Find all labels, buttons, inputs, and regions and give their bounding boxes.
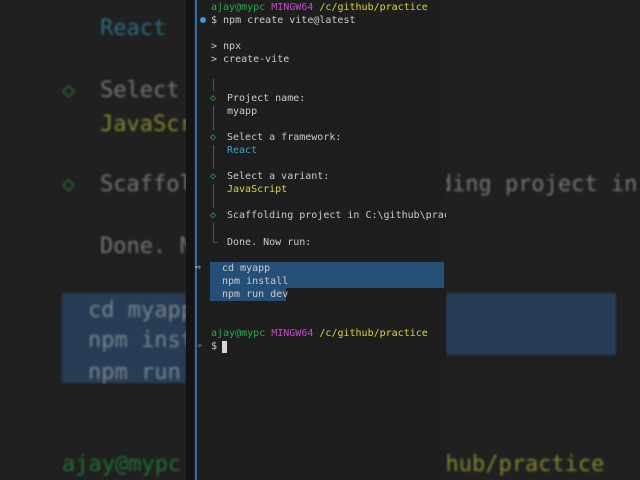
step-value: myapp [227, 106, 258, 117]
divider [186, 0, 194, 480]
tree-gutter [213, 106, 214, 130]
prompt-line-2: ajay@mypc MINGW64 /c/github/practice [211, 327, 428, 340]
prompt-symbol: $ [211, 341, 218, 352]
bg-text: /c/github/practice [446, 452, 605, 477]
tree-gutter [213, 184, 214, 208]
bg-text: npm run dev [88, 360, 181, 385]
bg-text: npm install [88, 328, 186, 353]
diamond-icon: ◇ [210, 171, 217, 182]
tree-gutter [213, 223, 214, 243]
next-command[interactable]: npm install [222, 275, 288, 288]
prompt-line-1: ajay@mypc MINGW64 /c/github/practice [211, 1, 428, 14]
tree-gutter [213, 79, 214, 91]
bg-diamond-icon: ◇ [62, 172, 76, 197]
prompt-user: ajay@mypc [211, 328, 266, 339]
bg-text: Scaffolding project in C:\github\practic… [100, 172, 186, 197]
prompt-system: MINGW64 [271, 2, 314, 13]
blurred-background-left: React ◇ Select a variant: JavaScript ◇ S… [0, 0, 186, 480]
done-text: Done. Now run: [227, 237, 312, 248]
next-command[interactable]: npm run dev [222, 288, 288, 301]
blurred-background-right: Scaffolding project in C:\github\practic… [446, 0, 640, 480]
diamond-icon: ◇ [210, 132, 217, 143]
bg-selection [446, 293, 616, 355]
bg-text: cd myapp [88, 298, 186, 323]
bg-text: Done. Now run: [100, 234, 186, 259]
tree-gutter [213, 145, 214, 169]
step-label: Project name: [227, 93, 306, 104]
step-value: React [227, 145, 258, 156]
bg-text: Scaffolding project in C:\github\practic… [446, 172, 638, 197]
step-label: Scaffolding project in C:\github\practic… [227, 210, 446, 221]
step-value: JavaScript [227, 184, 288, 195]
bg-diamond-icon: ◇ [62, 78, 76, 103]
npx-line: > create-vite [211, 54, 290, 65]
terminal-panel[interactable]: ajay@mypc MINGW64 /c/github/practice $ n… [194, 0, 446, 480]
diamond-icon: ◇ [210, 93, 217, 104]
step-label: Select a variant: [227, 171, 330, 182]
bg-text: JavaScript [100, 112, 186, 137]
command-line: $ npm create vite@latest [211, 15, 356, 26]
command-status-dot-icon[interactable] [200, 17, 206, 23]
prompt-user: ajay@mypc [211, 2, 266, 13]
arrow-pointer-icon: ⇨ [195, 262, 202, 273]
prompt-path: /c/github/practice [319, 328, 428, 339]
sparkle-icon[interactable]: ✧ [197, 340, 202, 353]
diamond-icon: ◇ [210, 210, 217, 221]
panel-accent-border [195, 0, 197, 480]
bg-text: React [100, 16, 167, 41]
npx-line: > npx [211, 41, 242, 52]
prompt-system: MINGW64 [271, 328, 314, 339]
prompt-path: /c/github/practice [319, 2, 428, 13]
bg-text: Select a variant: [100, 78, 180, 103]
step-label: Select a framework: [227, 132, 342, 143]
tree-gutter-end [213, 242, 218, 243]
bg-text: ajay@mypc [62, 452, 182, 477]
terminal-cursor[interactable] [222, 341, 227, 353]
next-command[interactable]: cd myapp [222, 262, 270, 275]
